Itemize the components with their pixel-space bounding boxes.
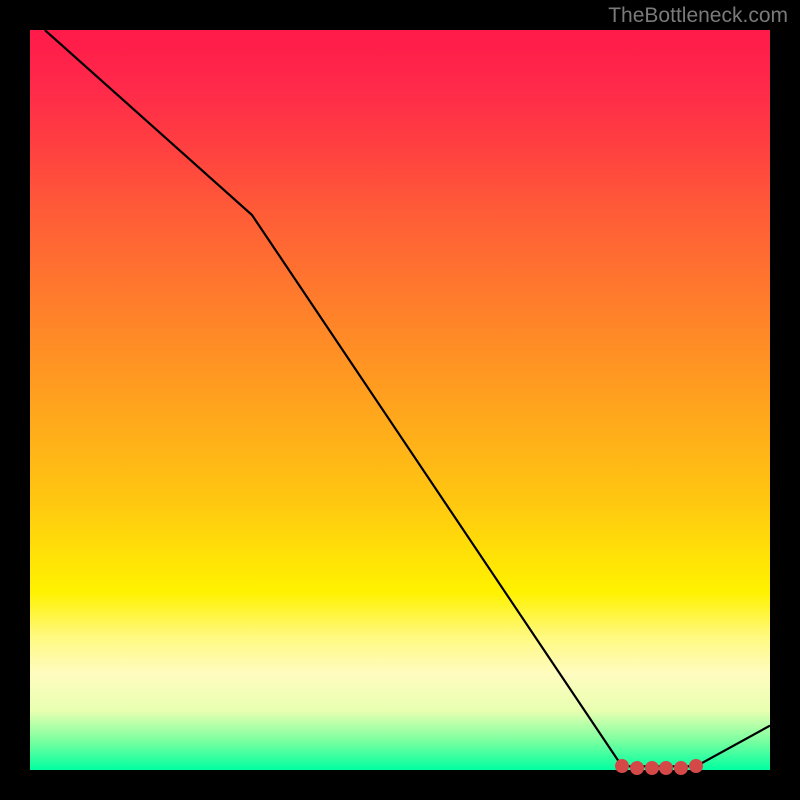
data-marker bbox=[645, 761, 659, 775]
data-marker bbox=[615, 759, 629, 773]
chart-curve bbox=[30, 30, 770, 770]
data-marker bbox=[659, 761, 673, 775]
data-marker bbox=[674, 761, 688, 775]
data-marker bbox=[689, 759, 703, 773]
watermark-text: TheBottleneck.com bbox=[608, 4, 788, 28]
data-marker bbox=[630, 761, 644, 775]
